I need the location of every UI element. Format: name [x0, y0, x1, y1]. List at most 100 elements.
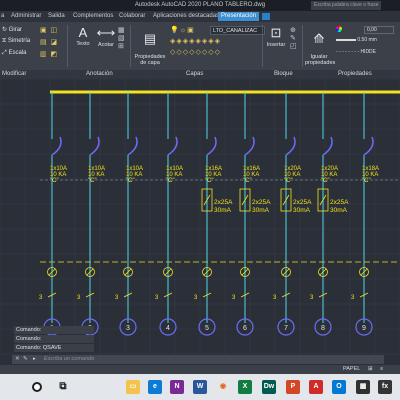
- breaker-symbol: [285, 136, 296, 156]
- differential-label: 2x25A: [293, 199, 312, 206]
- modify-icons-row-1[interactable]: ▣ ◫: [40, 26, 58, 34]
- drawing-canvas[interactable]: 1x10A10 KA"C"311x10A10 KA"C"321x10A10 KA…: [0, 79, 400, 356]
- panel-propiedades[interactable]: Propiedades: [338, 71, 372, 77]
- panel-modificar[interactable]: Modificar: [2, 71, 26, 77]
- breaker-label: "C": [284, 178, 293, 184]
- tab-administrar[interactable]: Administrar: [11, 13, 41, 19]
- breaker-symbol: [89, 136, 100, 156]
- tab-options-icon[interactable]: [262, 13, 270, 20]
- wire-label: 3: [155, 295, 159, 301]
- ribbon-separator: [262, 25, 263, 67]
- panel-capas[interactable]: Capas: [186, 71, 203, 77]
- differential-label: 30mA: [252, 207, 270, 214]
- match-properties-icon: ⟰: [313, 31, 325, 46]
- circuit-number: 4: [166, 325, 170, 332]
- breaker-label: "C": [243, 178, 252, 184]
- insert-block-icon: ⊡: [270, 25, 282, 40]
- autocad-window: { "window": { "title": "Autodesk AutoCAD…: [0, 0, 400, 400]
- block-icons[interactable]: ⊕ ✎ ◰: [290, 26, 298, 50]
- simetria-tool[interactable]: ⧖ Simetría: [2, 38, 30, 45]
- ribbon-separator: [302, 25, 303, 67]
- modify-icons-row-3[interactable]: ▥ ◩: [40, 50, 58, 58]
- search-input[interactable]: Escriba palabra clave o frase: [311, 1, 381, 10]
- breaker-label: "C": [362, 178, 371, 184]
- task-view-icon[interactable]: ⧉: [56, 380, 70, 394]
- word-icon[interactable]: W: [193, 380, 207, 394]
- lineweight-dropdown[interactable]: 0.50 mm: [336, 37, 400, 45]
- acotar-button[interactable]: ⟷ Acotar: [94, 25, 118, 48]
- panel-anotacion[interactable]: Anotación: [86, 71, 113, 77]
- modify-icons-row-2[interactable]: ▤ ◪: [40, 38, 58, 46]
- tab-colaborar[interactable]: Colaborar: [119, 13, 145, 19]
- autocad-icon[interactable]: A: [309, 380, 323, 394]
- differential-label: 30mA: [214, 207, 232, 214]
- command-history-line: Comando: QSAVE: [14, 344, 94, 352]
- texto-button[interactable]: A Texto: [72, 25, 94, 47]
- igualar-propiedades-button[interactable]: ⟰ Igualar propiedades: [305, 25, 335, 66]
- rotate-icon: ↻: [2, 27, 9, 33]
- chrome-icon[interactable]: ◉: [216, 380, 230, 394]
- linetype-dropdown[interactable]: - - - - - - - - HIDDE: [336, 49, 376, 55]
- text-icon: A: [78, 25, 88, 40]
- command-history-line: Comando:: [14, 326, 94, 334]
- panel-bloque[interactable]: Bloque: [274, 71, 293, 77]
- breaker-label: "C": [166, 178, 175, 184]
- ribbon: ↻ Girar ⧖ Simetría ⤢ Escala ▣ ◫ ▤ ◪ ▥ ◩ …: [0, 22, 400, 70]
- layer-icons-row-3[interactable]: ◇◇◇◇◇◇◇◇: [170, 48, 221, 56]
- tab-aplicaciones[interactable]: Aplicaciones destacadas: [153, 13, 219, 19]
- app-icon[interactable]: ▦: [356, 380, 370, 394]
- outlook-icon[interactable]: O: [332, 380, 346, 394]
- tab-vista[interactable]: a: [1, 13, 4, 19]
- breaker-symbol: [322, 136, 333, 156]
- wire-label: 3: [351, 295, 355, 301]
- layer-dropdown[interactable]: LTO_CANALIZAC: [210, 26, 265, 35]
- dreamweaver-icon[interactable]: Dw: [262, 380, 276, 394]
- propiedades-capa-button[interactable]: ▤ Propiedades de capa: [133, 25, 167, 66]
- wire-label: 3: [115, 295, 119, 301]
- wire-label: 3: [232, 295, 236, 301]
- tab-complementos[interactable]: Complementos: [73, 13, 113, 19]
- breaker-symbol: [51, 136, 62, 156]
- breaker-label: "C": [321, 178, 330, 184]
- edge-icon[interactable]: e: [148, 380, 162, 394]
- excel-icon[interactable]: X: [238, 380, 252, 394]
- wire-label: 3: [273, 295, 277, 301]
- breaker-symbol: [244, 136, 255, 156]
- ribbon-separator: [130, 25, 131, 67]
- search-icon[interactable]: [32, 382, 42, 392]
- differential-label: 2x25A: [252, 199, 271, 206]
- tab-presentacion[interactable]: Presentación: [218, 12, 260, 21]
- girar-tool[interactable]: ↻ Girar: [2, 26, 22, 33]
- circuit-number: 3: [126, 325, 130, 332]
- layer-icons-row-2[interactable]: ◈◈◈◈◈◈◈◈: [170, 37, 221, 45]
- wire-label: 3: [194, 295, 198, 301]
- layer-properties-icon: ▤: [143, 31, 157, 46]
- command-input[interactable]: Escriba un comando: [44, 356, 94, 362]
- grid-icon[interactable]: ⊞: [368, 366, 373, 372]
- status-bar: PAPEL ⊞ ≡: [0, 365, 400, 374]
- app-icon-2[interactable]: fx: [378, 380, 392, 394]
- taskbar: ⧉ ▭ e N W ◉ X Dw P A O ▦ fx: [0, 374, 400, 400]
- file-explorer-icon[interactable]: ▭: [126, 380, 140, 394]
- color-value-field[interactable]: 0,00: [364, 26, 394, 34]
- onenote-icon[interactable]: N: [170, 380, 184, 394]
- circuit-number: 9: [362, 325, 366, 332]
- wrench-icon[interactable]: ✎: [23, 356, 28, 362]
- panel-title-bar: Modificar Anotación Capas Bloque Propied…: [0, 70, 400, 79]
- color-wheel-icon[interactable]: [336, 26, 342, 32]
- menu-icon[interactable]: ≡: [380, 366, 383, 372]
- annotation-icons[interactable]: ▦ ▧ ⊞: [118, 26, 126, 50]
- escala-tool[interactable]: ⤢ Escala: [2, 50, 26, 57]
- paper-space-toggle[interactable]: PAPEL: [343, 366, 360, 372]
- ribbon-tabs: a Administrar Salida Complementos Colabo…: [0, 11, 400, 22]
- breaker-label: "C": [50, 178, 59, 184]
- electrical-diagram: 1x10A10 KA"C"311x10A10 KA"C"321x10A10 KA…: [0, 79, 400, 356]
- wire-label: 3: [77, 295, 81, 301]
- differential-label: 30mA: [293, 207, 311, 214]
- close-icon[interactable]: ✕: [15, 356, 20, 362]
- command-line[interactable]: ✕ ✎ ▸ Escriba un comando: [12, 355, 384, 364]
- insertar-button[interactable]: ⊡ Insertar: [264, 25, 288, 48]
- powerpoint-icon[interactable]: P: [286, 380, 300, 394]
- layer-icons-row-1[interactable]: 💡☼▣: [170, 26, 195, 34]
- tab-salida[interactable]: Salida: [48, 13, 65, 19]
